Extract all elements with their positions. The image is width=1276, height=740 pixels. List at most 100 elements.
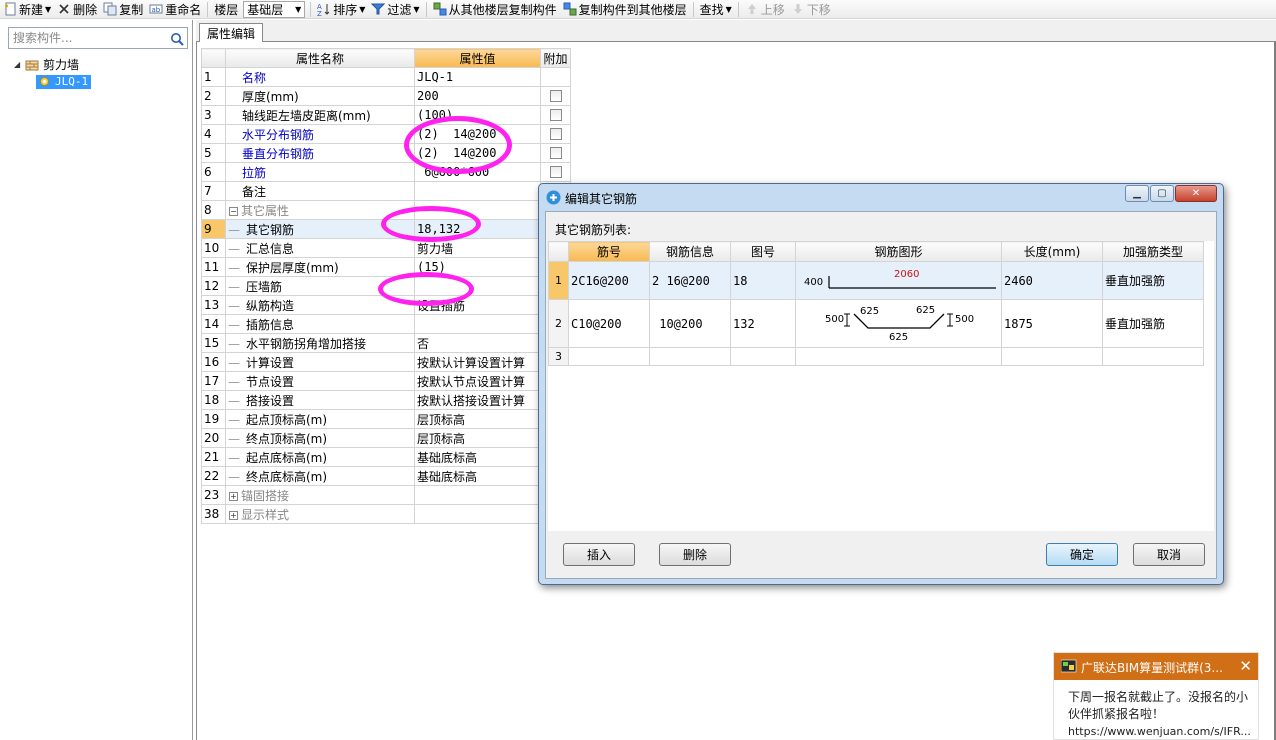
filter-button[interactable]: 过滤 ▼ xyxy=(368,0,422,19)
close-icon[interactable]: ✕ xyxy=(1239,657,1252,675)
search-input[interactable] xyxy=(11,29,166,47)
property-value-cell[interactable]: 基础底标高 xyxy=(414,466,541,486)
property-value-cell[interactable]: 层顶标高 xyxy=(414,428,541,448)
delete-button[interactable]: 删除 xyxy=(54,0,100,19)
expand-toggle-icon[interactable]: + xyxy=(229,510,238,520)
rebar-row-selected[interactable]: 1 2C16@200 2 16@200 18 400 2060 2460 垂直加… xyxy=(548,261,1204,300)
floor-select[interactable]: 基础层 ▼ xyxy=(243,0,306,18)
collapse-toggle-icon[interactable]: − xyxy=(229,206,238,216)
length-cell[interactable] xyxy=(1001,347,1103,366)
bar-info-cell[interactable]: 2 16@200 xyxy=(649,261,731,300)
table-row[interactable]: 15 — 水平钢筋拐角增加搭接 否 xyxy=(201,333,571,353)
table-row[interactable]: 10 — 汇总信息 剪力墙 xyxy=(201,238,571,258)
column-header-bar-no[interactable]: 筋号 xyxy=(568,241,650,262)
length-cell[interactable]: 1875 xyxy=(1001,299,1103,348)
sort-button[interactable]: AZ 排序 ▼ xyxy=(314,0,368,19)
column-header-bar-shape[interactable]: 钢筋图形 xyxy=(795,241,1002,262)
property-value-cell[interactable]: 6@600*600 xyxy=(414,162,541,182)
property-value-cell[interactable] xyxy=(414,314,541,334)
table-row[interactable]: 22 — 终点底标高(m) 基础底标高 xyxy=(201,466,571,486)
rebar-row-empty[interactable]: 3 xyxy=(548,347,1204,366)
table-row[interactable]: 8 − 其它属性 xyxy=(201,200,571,220)
property-value-cell[interactable]: (2) 14@200 xyxy=(414,124,541,144)
table-row[interactable]: 16 — 计算设置 按默认计算设置计算 xyxy=(201,352,571,372)
tree-item-jlq-1[interactable]: JLQ-1 xyxy=(36,73,189,90)
bar-info-cell[interactable] xyxy=(649,347,731,366)
column-header-length[interactable]: 长度(mm) xyxy=(1001,241,1103,262)
property-value-cell[interactable]: 设置插筋 xyxy=(414,295,541,315)
notification-link[interactable]: https://www.wenjuan.com/s/IFR... xyxy=(1068,725,1251,738)
table-row[interactable]: 11 — 保护层厚度(mm) (15) xyxy=(201,257,571,277)
close-button[interactable]: ✕ xyxy=(1175,185,1217,202)
chat-notification[interactable]: 广联达BIM算量测试群(3... ✕ 下周一报名就截止了。没报名的小伙伴抓紧报名… xyxy=(1053,652,1259,740)
column-header-figure-no[interactable]: 图号 xyxy=(730,241,796,262)
table-row[interactable]: 18 — 搭接设置 按默认搭接设置计算 xyxy=(201,390,571,410)
table-row[interactable]: 5 垂直分布钢筋 (2) 14@200 xyxy=(201,143,571,163)
bar-no-cell[interactable]: C10@200 xyxy=(568,299,650,348)
delete-row-button[interactable]: 删除 xyxy=(659,543,731,566)
table-row-selected[interactable]: 9 — 其它钢筋 18,132 xyxy=(201,219,571,239)
table-row[interactable]: 17 — 节点设置 按默认节点设置计算 xyxy=(201,371,571,391)
move-up-button[interactable]: 上移 xyxy=(742,0,788,19)
table-row[interactable]: 3 轴线距左墙皮距离(mm) (100) xyxy=(201,105,571,125)
table-row[interactable]: 23 + 锚固搭接 xyxy=(201,485,571,505)
figure-no-cell[interactable]: 132 xyxy=(730,299,796,348)
extra-checkbox[interactable] xyxy=(549,166,562,178)
cancel-button[interactable]: 取消 xyxy=(1133,543,1205,566)
property-value-cell[interactable] xyxy=(414,181,541,201)
move-down-button[interactable]: 下移 xyxy=(788,0,834,19)
property-value-cell[interactable]: 剪力墙 xyxy=(414,238,541,258)
tab-property-edit[interactable]: 属性编辑 xyxy=(199,23,264,43)
reinforce-type-cell[interactable]: 垂直加强筋 xyxy=(1102,261,1204,300)
property-value-cell[interactable]: (100) xyxy=(414,105,541,125)
column-header-extra[interactable]: 附加 xyxy=(540,48,571,68)
dialog-title-bar[interactable]: 编辑其它钢筋 ▁ ▢ ✕ xyxy=(539,184,1223,210)
table-row[interactable]: 19 — 起点顶标高(m) 层顶标高 xyxy=(201,409,571,429)
table-row[interactable]: 14 — 插筋信息 xyxy=(201,314,571,334)
table-row[interactable]: 7 备注 xyxy=(201,181,571,201)
table-row[interactable]: 38 + 显示样式 xyxy=(201,504,571,524)
table-row[interactable]: 4 水平分布钢筋 (2) 14@200 xyxy=(201,124,571,144)
extra-checkbox[interactable] xyxy=(549,109,562,121)
table-row[interactable]: 12 — 压墙筋 xyxy=(201,276,571,296)
tree-collapse-icon[interactable]: ◢ xyxy=(14,60,24,69)
reinforce-type-cell[interactable]: 垂直加强筋 xyxy=(1102,299,1204,348)
bar-no-cell[interactable] xyxy=(568,347,650,366)
table-row[interactable]: 20 — 终点顶标高(m) 层顶标高 xyxy=(201,428,571,448)
property-value-cell[interactable]: JLQ-1 xyxy=(414,67,541,87)
find-button[interactable]: 查找 ▼ xyxy=(697,0,735,19)
property-value-cell[interactable]: 18,132 xyxy=(414,219,541,239)
bar-shape-cell[interactable]: 500 625 625 500 625 xyxy=(795,299,1002,348)
property-value-cell[interactable]: 按默认搭接设置计算 xyxy=(414,390,541,410)
table-row[interactable]: 21 — 起点底标高(m) 基础底标高 xyxy=(201,447,571,467)
expand-toggle-icon[interactable]: + xyxy=(229,491,238,501)
property-value-cell[interactable]: (15) xyxy=(414,257,541,277)
tree-item-selected[interactable]: JLQ-1 xyxy=(36,74,92,89)
column-header-value[interactable]: 属性值 xyxy=(414,48,541,68)
extra-checkbox[interactable] xyxy=(549,90,562,102)
search-icon[interactable] xyxy=(170,32,184,46)
property-value-cell[interactable] xyxy=(414,276,541,296)
property-value-cell[interactable]: 200 xyxy=(414,86,541,106)
length-cell[interactable]: 2460 xyxy=(1001,261,1103,300)
column-header-bar-info[interactable]: 钢筋信息 xyxy=(649,241,731,262)
table-row[interactable]: 6 拉筋 6@600*600 xyxy=(201,162,571,182)
table-row[interactable]: 2 厚度(mm) 200 xyxy=(201,86,571,106)
figure-no-cell[interactable] xyxy=(730,347,796,366)
bar-no-cell[interactable]: 2C16@200 xyxy=(568,261,650,300)
reinforce-type-cell[interactable] xyxy=(1102,347,1204,366)
bar-shape-cell[interactable]: 400 2060 xyxy=(795,261,1002,300)
bar-shape-cell[interactable] xyxy=(795,347,1002,366)
figure-no-cell[interactable]: 18 xyxy=(730,261,796,300)
extra-checkbox[interactable] xyxy=(549,128,562,140)
property-value-cell[interactable]: 按默认节点设置计算 xyxy=(414,371,541,391)
copy-button[interactable]: 复制 xyxy=(100,0,146,19)
column-header-reinforce-type[interactable]: 加强筋类型 xyxy=(1102,241,1204,262)
tree-item-shear-wall[interactable]: ◢ 剪力墙 xyxy=(14,56,189,73)
property-value-cell[interactable]: 否 xyxy=(414,333,541,353)
insert-button[interactable]: 插入 xyxy=(563,543,635,566)
minimize-button[interactable]: ▁ xyxy=(1125,185,1149,202)
extra-checkbox[interactable] xyxy=(549,147,562,159)
property-value-cell[interactable]: 基础底标高 xyxy=(414,447,541,467)
table-row[interactable]: 1 名称 JLQ-1 xyxy=(201,67,571,87)
